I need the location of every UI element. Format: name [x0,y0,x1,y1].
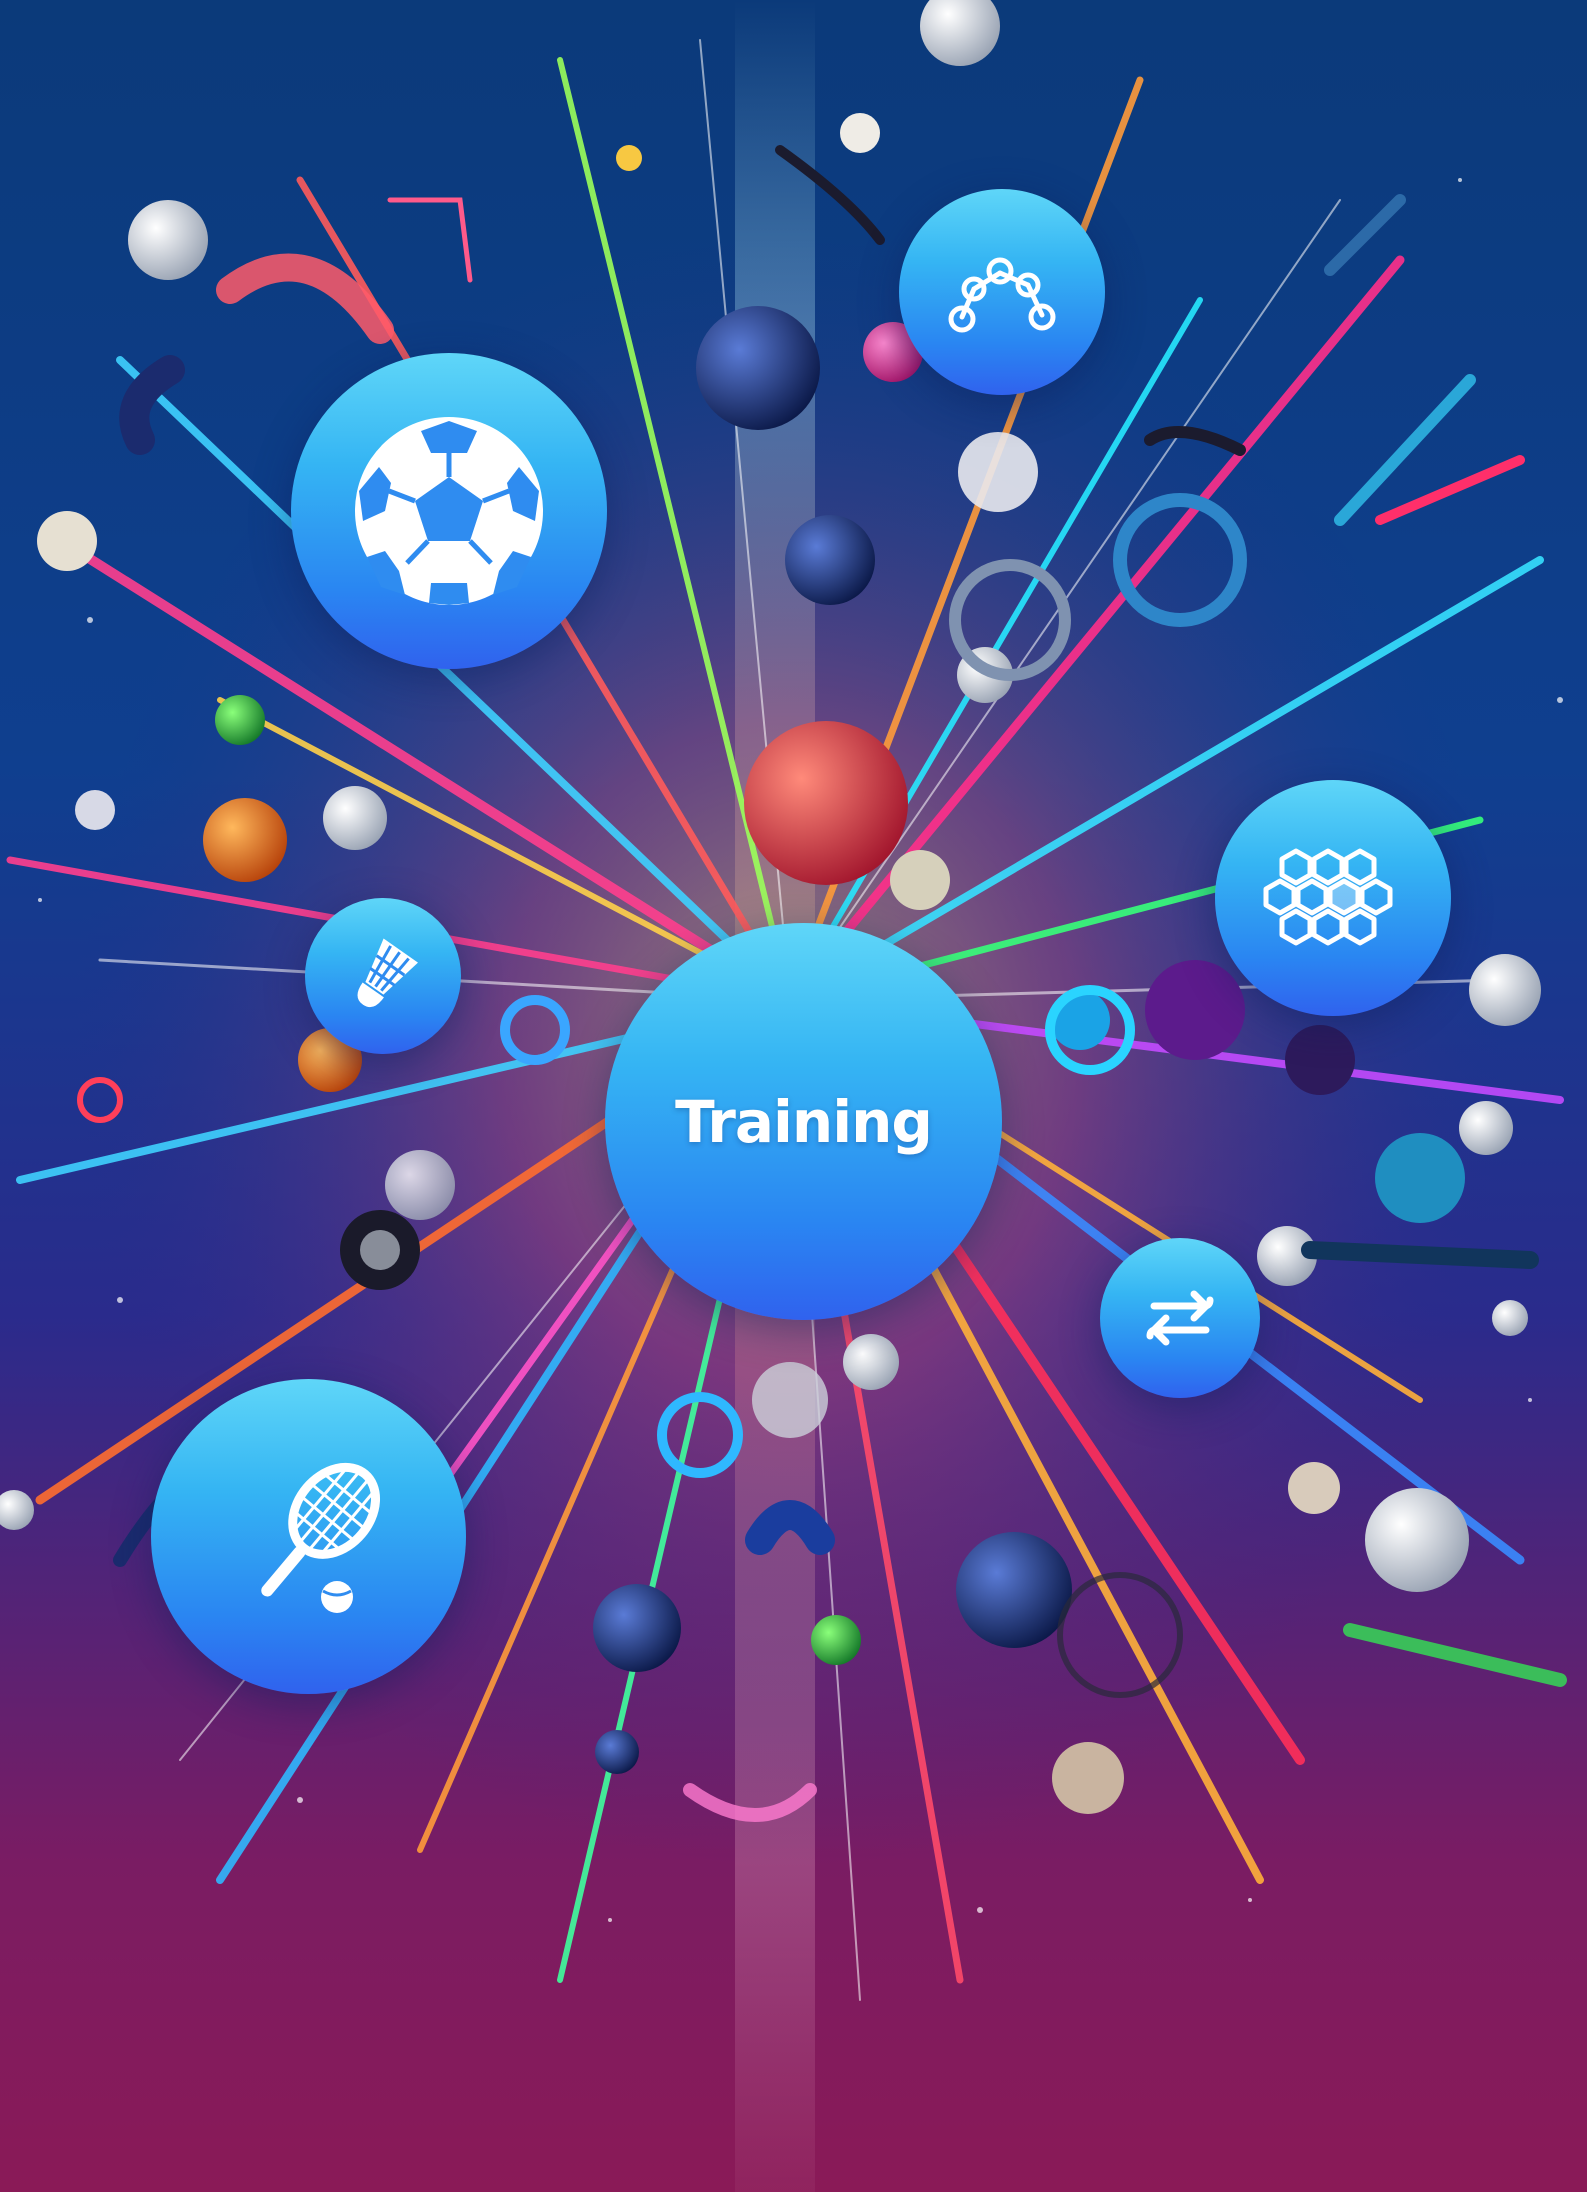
tennis-racket-icon [219,1447,399,1627]
swap-bubble[interactable] [1100,1238,1260,1398]
hexagon-grid-icon [1258,843,1408,953]
hexagon-bubble[interactable] [1215,780,1451,1016]
training-label: Training [675,1087,933,1156]
network-nodes-icon [942,247,1062,337]
training-bubble[interactable]: Training [605,923,1002,1320]
tennis-bubble[interactable] [151,1379,466,1694]
soccer-bubble[interactable] [291,353,607,669]
soccer-ball-icon [349,411,549,611]
badminton-bubble[interactable] [305,898,461,1054]
swap-arrows-icon [1138,1276,1222,1360]
network-bubble[interactable] [899,189,1105,395]
shuttlecock-icon [338,931,428,1021]
